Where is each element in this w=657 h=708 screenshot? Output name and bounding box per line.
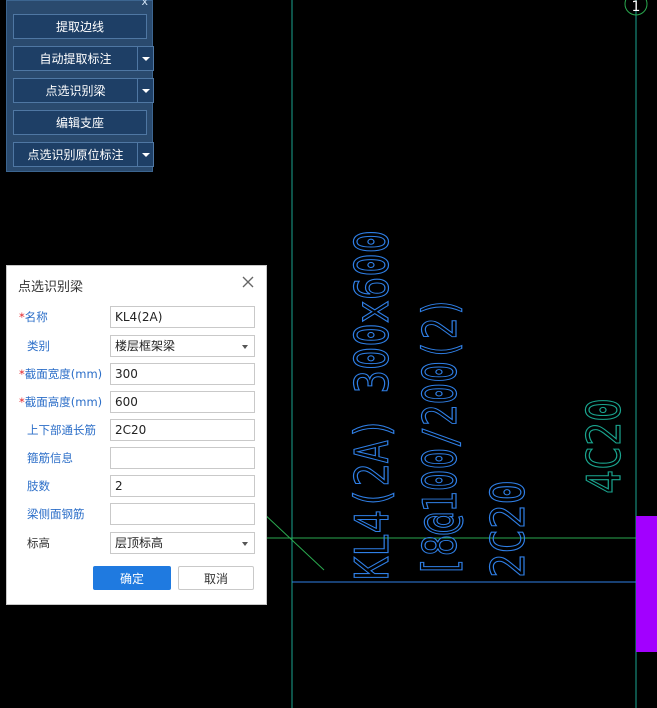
- side-bars-label: 梁侧面钢筋: [27, 507, 85, 521]
- elevation-select[interactable]: 层顶标高: [110, 532, 255, 554]
- extract-edge-label: 提取边线: [55, 20, 104, 34]
- recognition-toolbar: x 提取边线 自动提取标注 点选识别梁 编辑支座 点选识别原位标注: [6, 0, 154, 172]
- elevation-label: 标高: [27, 536, 50, 550]
- leg-count-label: 肢数: [27, 479, 50, 493]
- beam-name-annotation[interactable]: KL4(2A) 300x600: [344, 229, 399, 580]
- pick-recognize-beam-dialog: 点选识别梁 *名称 KL4(2A) 类别 楼层框架梁 *截面宽度(mm) 300…: [6, 265, 267, 605]
- category-label: 类别: [27, 339, 50, 353]
- pick-recognize-inplace-button[interactable]: 点选识别原位标注: [13, 142, 154, 167]
- edit-support-label: 编辑支座: [55, 116, 104, 130]
- close-icon[interactable]: [240, 274, 256, 290]
- auto-extract-dropdown-icon[interactable]: [137, 47, 153, 70]
- dialog-title: 点选识别梁: [18, 280, 84, 295]
- selected-column[interactable]: [636, 516, 657, 652]
- name-input[interactable]: KL4(2A): [110, 306, 255, 328]
- leg-count-input[interactable]: 2: [110, 475, 255, 497]
- through-bars-label: 上下部通长筋: [27, 423, 96, 437]
- section-height-input[interactable]: 600: [110, 391, 255, 413]
- field-row-width: *截面宽度(mm) 300: [7, 363, 268, 385]
- pick-recognize-inplace-label: 点选识别原位标注: [27, 148, 124, 162]
- stirrup-info-input[interactable]: [110, 447, 255, 469]
- side-bars-input[interactable]: [110, 503, 255, 525]
- toolbar-close-icon[interactable]: x: [141, 0, 148, 7]
- field-row-elevation: 标高 层顶标高: [7, 532, 268, 554]
- stirrup-info-label: 箍筋信息: [27, 451, 73, 465]
- cancel-button[interactable]: 取消: [178, 566, 254, 590]
- side-bar-annotation[interactable]: 4C20: [576, 397, 631, 494]
- name-label: *名称: [19, 310, 48, 324]
- axis-number: 1: [632, 0, 641, 15]
- category-select[interactable]: 楼层框架梁: [110, 335, 255, 357]
- pick-recognize-beam-button[interactable]: 点选识别梁: [13, 78, 154, 103]
- stirrup-annotation[interactable]: [8@100/200(2): [412, 295, 467, 578]
- field-row-through-bars: 上下部通长筋 2C20: [7, 419, 268, 441]
- field-row-side-bars: 梁侧面钢筋: [7, 503, 268, 525]
- field-row-stirrup: 箍筋信息: [7, 447, 268, 469]
- through-bars-input[interactable]: 2C20: [110, 419, 255, 441]
- field-row-legs: 肢数 2: [7, 475, 268, 497]
- field-row-height: *截面高度(mm) 600: [7, 391, 268, 413]
- edit-support-button[interactable]: 编辑支座: [13, 110, 147, 135]
- section-width-label: *截面宽度(mm): [19, 367, 103, 381]
- pick-recognize-beam-label: 点选识别梁: [45, 84, 106, 98]
- pick-recognize-beam-dropdown-icon[interactable]: [137, 79, 153, 102]
- auto-extract-annotation-button[interactable]: 自动提取标注: [13, 46, 154, 71]
- auto-extract-annotation-label: 自动提取标注: [39, 52, 112, 66]
- pick-recognize-inplace-dropdown-icon[interactable]: [137, 143, 153, 166]
- field-row-category: 类别 楼层框架梁: [7, 335, 268, 357]
- top-bar-annotation[interactable]: 2C20: [480, 479, 535, 578]
- confirm-button[interactable]: 确定: [93, 566, 171, 590]
- field-row-name: *名称 KL4(2A): [7, 306, 268, 328]
- section-width-input[interactable]: 300: [110, 363, 255, 385]
- extract-edge-button[interactable]: 提取边线: [13, 14, 147, 39]
- section-height-label: *截面高度(mm): [19, 395, 103, 409]
